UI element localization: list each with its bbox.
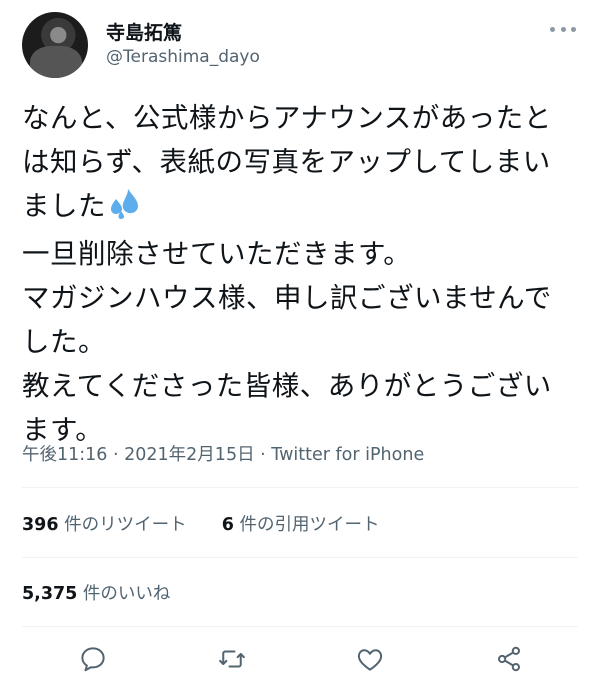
tweet-time[interactable]: 午後11:16 bbox=[22, 445, 107, 465]
retweets-count: 396 bbox=[22, 515, 59, 535]
sweat-droplets-icon bbox=[108, 187, 140, 232]
tweet-meta: 午後11:16 · 2021年2月15日 · Twitter for iPhon… bbox=[22, 441, 424, 466]
more-options-icon[interactable] bbox=[550, 24, 576, 34]
share-icon[interactable] bbox=[494, 644, 526, 676]
divider bbox=[22, 487, 578, 488]
tweet-source[interactable]: Twitter for iPhone bbox=[271, 445, 424, 465]
reply-icon[interactable] bbox=[78, 644, 110, 676]
tweet-text-part-2: 一旦削除させていただきます。 マガジンハウス様、申し訳ございませんでした。 教え… bbox=[22, 238, 552, 446]
quotes-label: 件の引用ツイート bbox=[233, 515, 380, 535]
quotes-count: 6 bbox=[221, 515, 234, 535]
retweets-label: 件のリツイート bbox=[58, 515, 187, 535]
tweet-text-part-1: なんと、公式様からアナウンスがあったとは知らず、表紙の写真をアップしてしまいまし… bbox=[22, 102, 552, 222]
retweet-icon[interactable] bbox=[217, 644, 249, 676]
tweet-date[interactable]: 2021年2月15日 bbox=[124, 445, 254, 465]
meta-separator: · bbox=[254, 445, 272, 465]
display-name[interactable]: 寺島拓篤 bbox=[106, 18, 182, 45]
retweets-stat[interactable]: 396 件のリツイート bbox=[22, 515, 187, 535]
user-handle[interactable]: @Terashima_dayo bbox=[106, 47, 260, 67]
like-icon[interactable] bbox=[355, 644, 387, 676]
quotes-stat[interactable]: 6 件の引用ツイート bbox=[222, 515, 380, 535]
divider bbox=[22, 557, 578, 558]
share-stats: 396 件のリツイート 6 件の引用ツイート bbox=[22, 511, 380, 536]
tweet-text: なんと、公式様からアナウンスがあったとは知らず、表紙の写真をアップしてしまいまし… bbox=[22, 96, 578, 452]
likes-stat[interactable]: 5,375 件のいいね bbox=[22, 580, 170, 605]
action-bar bbox=[0, 632, 600, 688]
likes-count: 5,375 bbox=[22, 584, 78, 604]
divider bbox=[22, 626, 578, 627]
tweet-header: 寺島拓篤 @Terashima_dayo bbox=[22, 12, 582, 82]
avatar[interactable] bbox=[22, 12, 88, 78]
meta-separator: · bbox=[107, 445, 125, 465]
likes-label: 件のいいね bbox=[77, 584, 171, 604]
